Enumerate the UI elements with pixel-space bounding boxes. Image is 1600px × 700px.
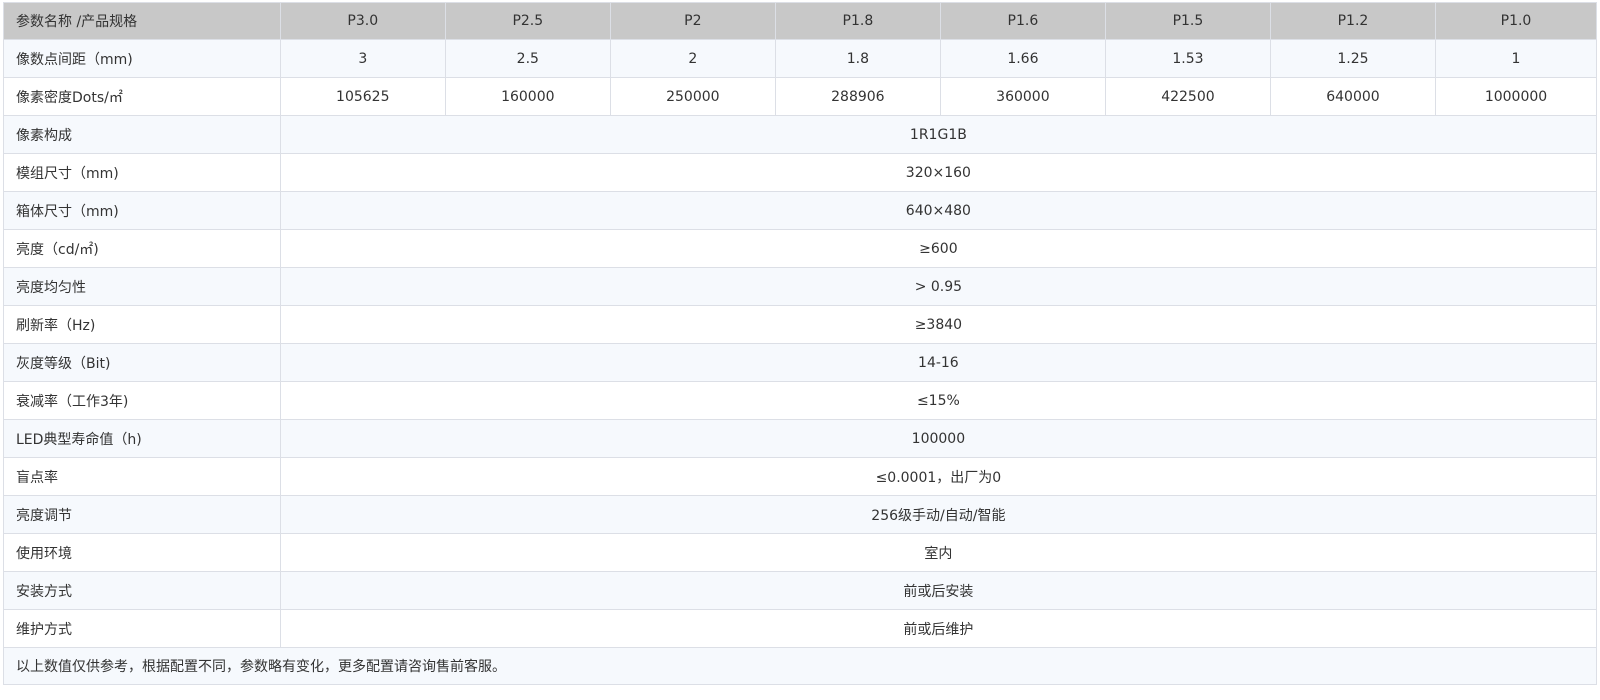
row-label: 刷新率（Hz) (3, 305, 281, 344)
header-model: P1.0 (1434, 2, 1598, 40)
shared-value: 前或后维护 (279, 609, 1598, 648)
table-row: 亮度调节 256级手动/自动/智能 (3, 495, 1598, 534)
table-row: 盲点率 ≤0.0001，出厂为0 (3, 457, 1598, 496)
table-row: 使用环境 室内 (3, 533, 1598, 572)
shared-value: 1R1G1B (279, 115, 1598, 154)
spec-table: 参数名称 /产品规格 P3.0 P2.5 P2 P1.8 P1.6 P1.5 P… (3, 2, 1598, 685)
cell-value: 422500 (1104, 77, 1271, 116)
header-label: 参数名称 /产品规格 (3, 2, 281, 40)
cell-value: 160000 (444, 77, 611, 116)
shared-value: ≥3840 (279, 305, 1598, 344)
cell-value: 105625 (279, 77, 446, 116)
cell-value: 640000 (1269, 77, 1436, 116)
table-row: 刷新率（Hz) ≥3840 (3, 305, 1598, 344)
cell-value: 250000 (609, 77, 776, 116)
table-row: 箱体尺寸（mm) 640×480 (3, 191, 1598, 230)
table-row: 维护方式 前或后维护 (3, 609, 1598, 648)
table-row: 像素构成 1R1G1B (3, 115, 1598, 154)
shared-value: 256级手动/自动/智能 (279, 495, 1598, 534)
table-row: 像数点间距（mm) 3 2.5 2 1.8 1.66 1.53 1.25 1 (3, 39, 1598, 78)
shared-value: 前或后安装 (279, 571, 1598, 610)
shared-value: ≤0.0001，出厂为0 (279, 457, 1598, 496)
shared-value: ≥600 (279, 229, 1598, 268)
row-label: LED典型寿命值（h) (3, 419, 281, 458)
row-label: 灰度等级（Bit) (3, 343, 281, 382)
row-label: 使用环境 (3, 533, 281, 572)
row-label: 模组尺寸（mm) (3, 153, 281, 192)
cell-value: 2.5 (444, 39, 611, 78)
header-model: P1.5 (1104, 2, 1271, 40)
row-label: 亮度（cd/㎡) (3, 229, 281, 268)
table-header-row: 参数名称 /产品规格 P3.0 P2.5 P2 P1.8 P1.6 P1.5 P… (3, 2, 1598, 40)
row-label: 箱体尺寸（mm) (3, 191, 281, 230)
spec-table-container: 参数名称 /产品规格 P3.0 P2.5 P2 P1.8 P1.6 P1.5 P… (3, 2, 1598, 685)
cell-value: 1.8 (774, 39, 941, 78)
row-label: 维护方式 (3, 609, 281, 648)
shared-value: 640×480 (279, 191, 1598, 230)
cell-value: 1.25 (1269, 39, 1436, 78)
row-label: 盲点率 (3, 457, 281, 496)
shared-value: 100000 (279, 419, 1598, 458)
cell-value: 360000 (939, 77, 1106, 116)
row-label: 像素密度Dots/㎡ (3, 77, 281, 116)
header-model: P1.6 (939, 2, 1106, 40)
table-row: 模组尺寸（mm) 320×160 (3, 153, 1598, 192)
shared-value: > 0.95 (279, 267, 1598, 306)
cell-value: 2 (609, 39, 776, 78)
row-label: 衰减率（工作3年) (3, 381, 281, 420)
table-note: 以上数值仅供参考，根据配置不同，参数略有变化，更多配置请咨询售前客服。 (3, 647, 1597, 685)
shared-value: 14-16 (279, 343, 1598, 382)
cell-value: 288906 (774, 77, 941, 116)
shared-value: 室内 (279, 533, 1598, 572)
shared-value: ≤15% (279, 381, 1598, 420)
cell-value: 1.53 (1104, 39, 1271, 78)
header-model: P1.8 (774, 2, 941, 40)
header-model: P2.5 (444, 2, 611, 40)
header-model: P2 (609, 2, 776, 40)
table-row: 灰度等级（Bit) 14-16 (3, 343, 1598, 382)
row-label: 像素构成 (3, 115, 281, 154)
cell-value: 3 (279, 39, 446, 78)
table-row: 像素密度Dots/㎡ 105625 160000 250000 288906 3… (3, 77, 1598, 116)
row-label: 安装方式 (3, 571, 281, 610)
table-row: LED典型寿命值（h) 100000 (3, 419, 1598, 458)
cell-value: 1000000 (1434, 77, 1598, 116)
cell-value: 1.66 (939, 39, 1106, 78)
table-row: 亮度均匀性 > 0.95 (3, 267, 1598, 306)
header-model: P1.2 (1269, 2, 1436, 40)
row-label: 像数点间距（mm) (3, 39, 281, 78)
header-model: P3.0 (279, 2, 446, 40)
row-label: 亮度均匀性 (3, 267, 281, 306)
table-note-row: 以上数值仅供参考，根据配置不同，参数略有变化，更多配置请咨询售前客服。 (3, 647, 1597, 685)
cell-value: 1 (1434, 39, 1598, 78)
table-row: 亮度（cd/㎡) ≥600 (3, 229, 1598, 268)
table-row: 安装方式 前或后安装 (3, 571, 1598, 610)
table-row: 衰减率（工作3年) ≤15% (3, 381, 1598, 420)
row-label: 亮度调节 (3, 495, 281, 534)
shared-value: 320×160 (279, 153, 1598, 192)
